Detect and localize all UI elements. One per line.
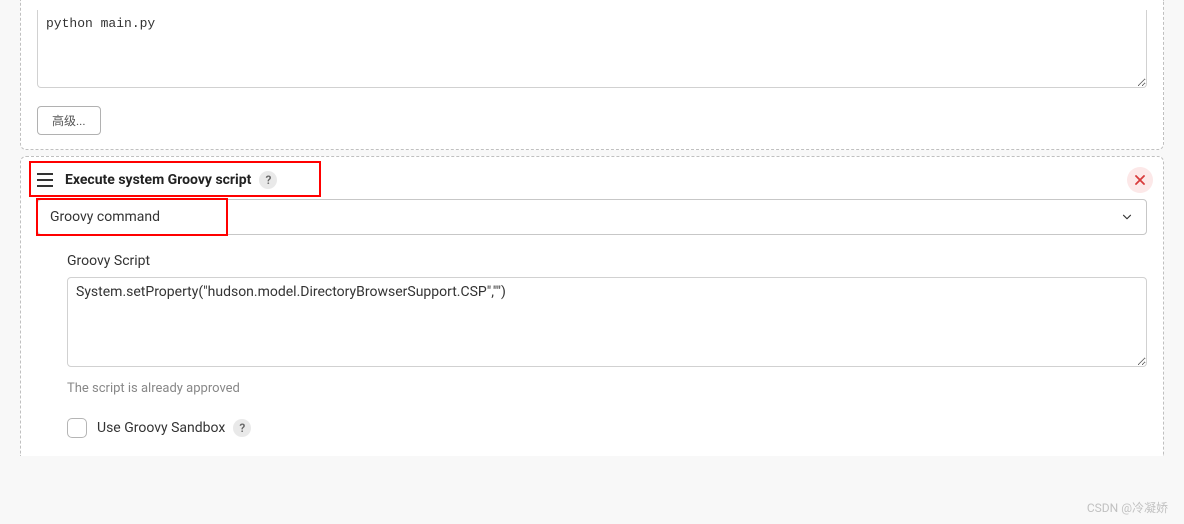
execute-shell-panel: 高级... xyxy=(20,0,1164,150)
groovy-type-select-row: Groovy command xyxy=(37,199,1147,235)
section-title: Execute system Groovy script xyxy=(65,172,251,188)
groovy-script-textarea[interactable] xyxy=(67,277,1147,367)
close-icon[interactable] xyxy=(1127,167,1153,193)
drag-handle-icon[interactable] xyxy=(37,173,53,187)
section-header: Execute system Groovy script ? xyxy=(37,167,1147,199)
sandbox-help-icon[interactable]: ? xyxy=(233,419,251,437)
approval-status: The script is already approved xyxy=(67,381,1147,396)
watermark: CSDN @冷凝娇 xyxy=(1087,499,1168,516)
select-value: Groovy command xyxy=(50,209,160,225)
execute-groovy-panel: Execute system Groovy script ? Groovy co… xyxy=(20,156,1164,456)
groovy-script-block: Groovy Script The script is already appr… xyxy=(37,235,1147,438)
sandbox-row: Use Groovy Sandbox ? xyxy=(67,418,1147,438)
chevron-down-icon xyxy=(1120,210,1134,224)
sandbox-label: Use Groovy Sandbox xyxy=(97,420,225,436)
advanced-button[interactable]: 高级... xyxy=(37,106,101,135)
groovy-type-select[interactable]: Groovy command xyxy=(37,199,1147,235)
groovy-script-label: Groovy Script xyxy=(67,253,1147,269)
shell-command-textarea[interactable] xyxy=(37,10,1147,88)
help-icon[interactable]: ? xyxy=(259,171,277,189)
sandbox-checkbox[interactable] xyxy=(67,418,87,438)
